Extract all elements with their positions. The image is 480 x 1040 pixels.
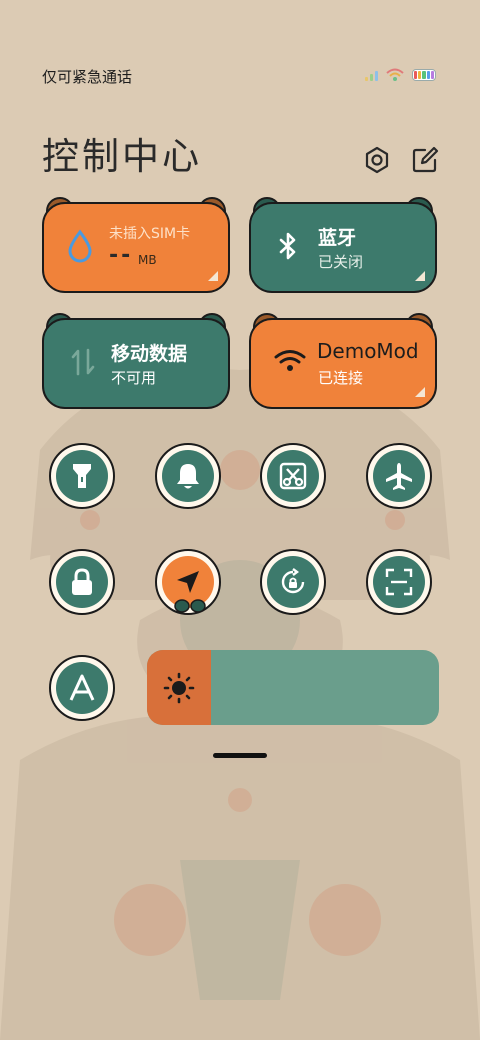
scan-icon <box>385 568 413 596</box>
bluetooth-name: 蓝牙 <box>318 227 357 249</box>
wifi-status-icon <box>386 68 404 81</box>
scissors-screenshot-icon <box>279 462 307 490</box>
wifi-icon <box>274 350 306 371</box>
data-usage-unit: MB <box>138 253 157 267</box>
signal-icon <box>365 69 378 81</box>
wifi-network-name: DemoMod <box>317 339 419 363</box>
flashlight-toggle[interactable] <box>49 443 115 509</box>
edit-icon[interactable] <box>410 145 440 175</box>
tiger-paws-decoration <box>174 599 206 613</box>
auto-brightness-a-icon <box>69 674 95 701</box>
rotation-lock-toggle[interactable] <box>260 549 326 615</box>
lock-icon <box>72 568 92 595</box>
status-icons <box>365 66 436 84</box>
airplane-icon <box>386 463 412 490</box>
brightness-fill <box>147 650 212 725</box>
wifi-tile[interactable]: DemoMod 已连接 <box>249 313 437 409</box>
data-usage-value: -- <box>109 243 134 268</box>
lock-screen-toggle[interactable] <box>49 549 115 615</box>
bluetooth-tile[interactable]: 蓝牙 已关闭 <box>249 197 437 293</box>
auto-brightness-toggle[interactable] <box>49 655 115 721</box>
rotation-lock-icon <box>281 568 305 594</box>
home-indicator[interactable] <box>213 753 267 758</box>
bell-icon <box>177 464 199 489</box>
wifi-status: 已连接 <box>318 369 364 387</box>
location-toggle[interactable] <box>155 549 221 615</box>
battery-icon <box>412 69 436 81</box>
screenshot-toggle[interactable] <box>260 443 326 509</box>
mobile-data-arrows-icon <box>71 348 95 376</box>
page-title: 控制中心 <box>42 135 202 178</box>
data-usage-tile[interactable]: 未插入SIM卡 -- MB <box>42 197 230 293</box>
mobile-data-name: 移动数据 <box>111 343 188 365</box>
notification-bell-toggle[interactable] <box>155 443 221 509</box>
location-arrow-icon <box>177 571 199 593</box>
bluetooth-icon <box>279 232 296 260</box>
sim-status-label: 未插入SIM卡 <box>109 226 191 242</box>
brightness-slider[interactable] <box>147 650 439 725</box>
water-drop-icon <box>68 229 92 263</box>
flashlight-icon <box>73 464 91 488</box>
sun-icon <box>163 672 195 703</box>
mobile-data-status: 不可用 <box>111 369 157 387</box>
mobile-data-tile[interactable]: 移动数据 不可用 <box>42 313 230 409</box>
settings-gear-icon[interactable] <box>362 145 392 175</box>
airplane-mode-toggle[interactable] <box>366 443 432 509</box>
scan-toggle[interactable] <box>366 549 432 615</box>
bluetooth-status: 已关闭 <box>318 253 364 271</box>
status-carrier-text: 仅可紧急通话 <box>42 68 133 86</box>
